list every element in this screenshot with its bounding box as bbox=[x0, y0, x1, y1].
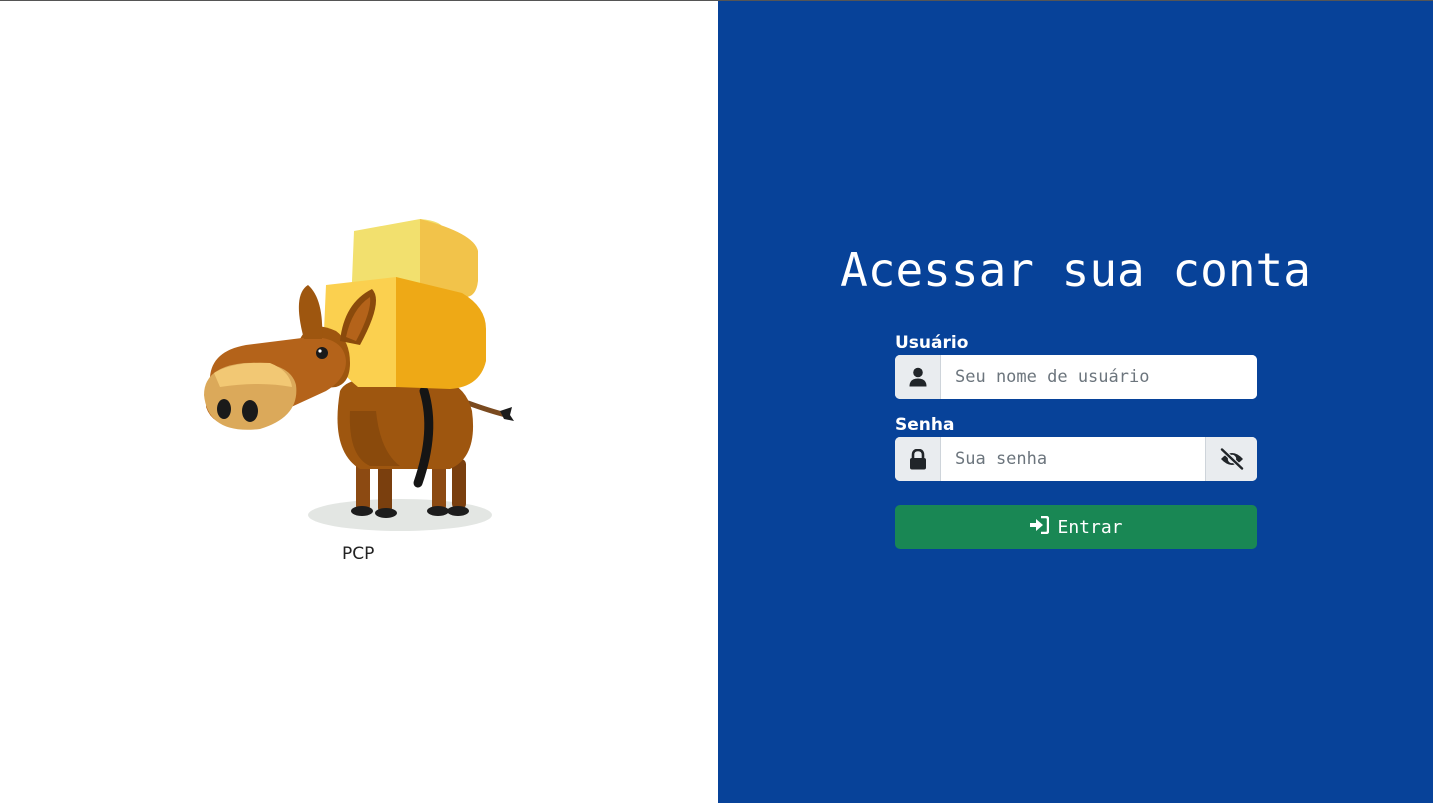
login-button[interactable]: Entrar bbox=[895, 505, 1257, 549]
password-label: Senha bbox=[895, 415, 955, 435]
username-label: Usuário bbox=[895, 333, 969, 353]
mule-mascot-logo bbox=[204, 219, 514, 531]
login-page: PCP Acessar sua conta Usuário Senha bbox=[0, 0, 1433, 803]
username-input[interactable] bbox=[941, 355, 1257, 399]
password-input[interactable] bbox=[941, 437, 1205, 481]
sign-in-icon bbox=[1029, 515, 1050, 539]
login-panel: Acessar sua conta Usuário Senha bbox=[718, 1, 1433, 803]
brand-panel: PCP bbox=[0, 1, 718, 803]
brand-name: PCP bbox=[342, 544, 375, 564]
password-input-group bbox=[895, 437, 1257, 481]
login-button-label: Entrar bbox=[1057, 516, 1123, 538]
username-input-group bbox=[895, 355, 1257, 399]
page-title: Acessar sua conta bbox=[840, 243, 1311, 297]
lock-icon bbox=[895, 437, 941, 481]
user-icon bbox=[895, 355, 941, 399]
login-form: Usuário Senha bbox=[895, 331, 1257, 549]
eye-slash-icon[interactable] bbox=[1205, 437, 1257, 481]
